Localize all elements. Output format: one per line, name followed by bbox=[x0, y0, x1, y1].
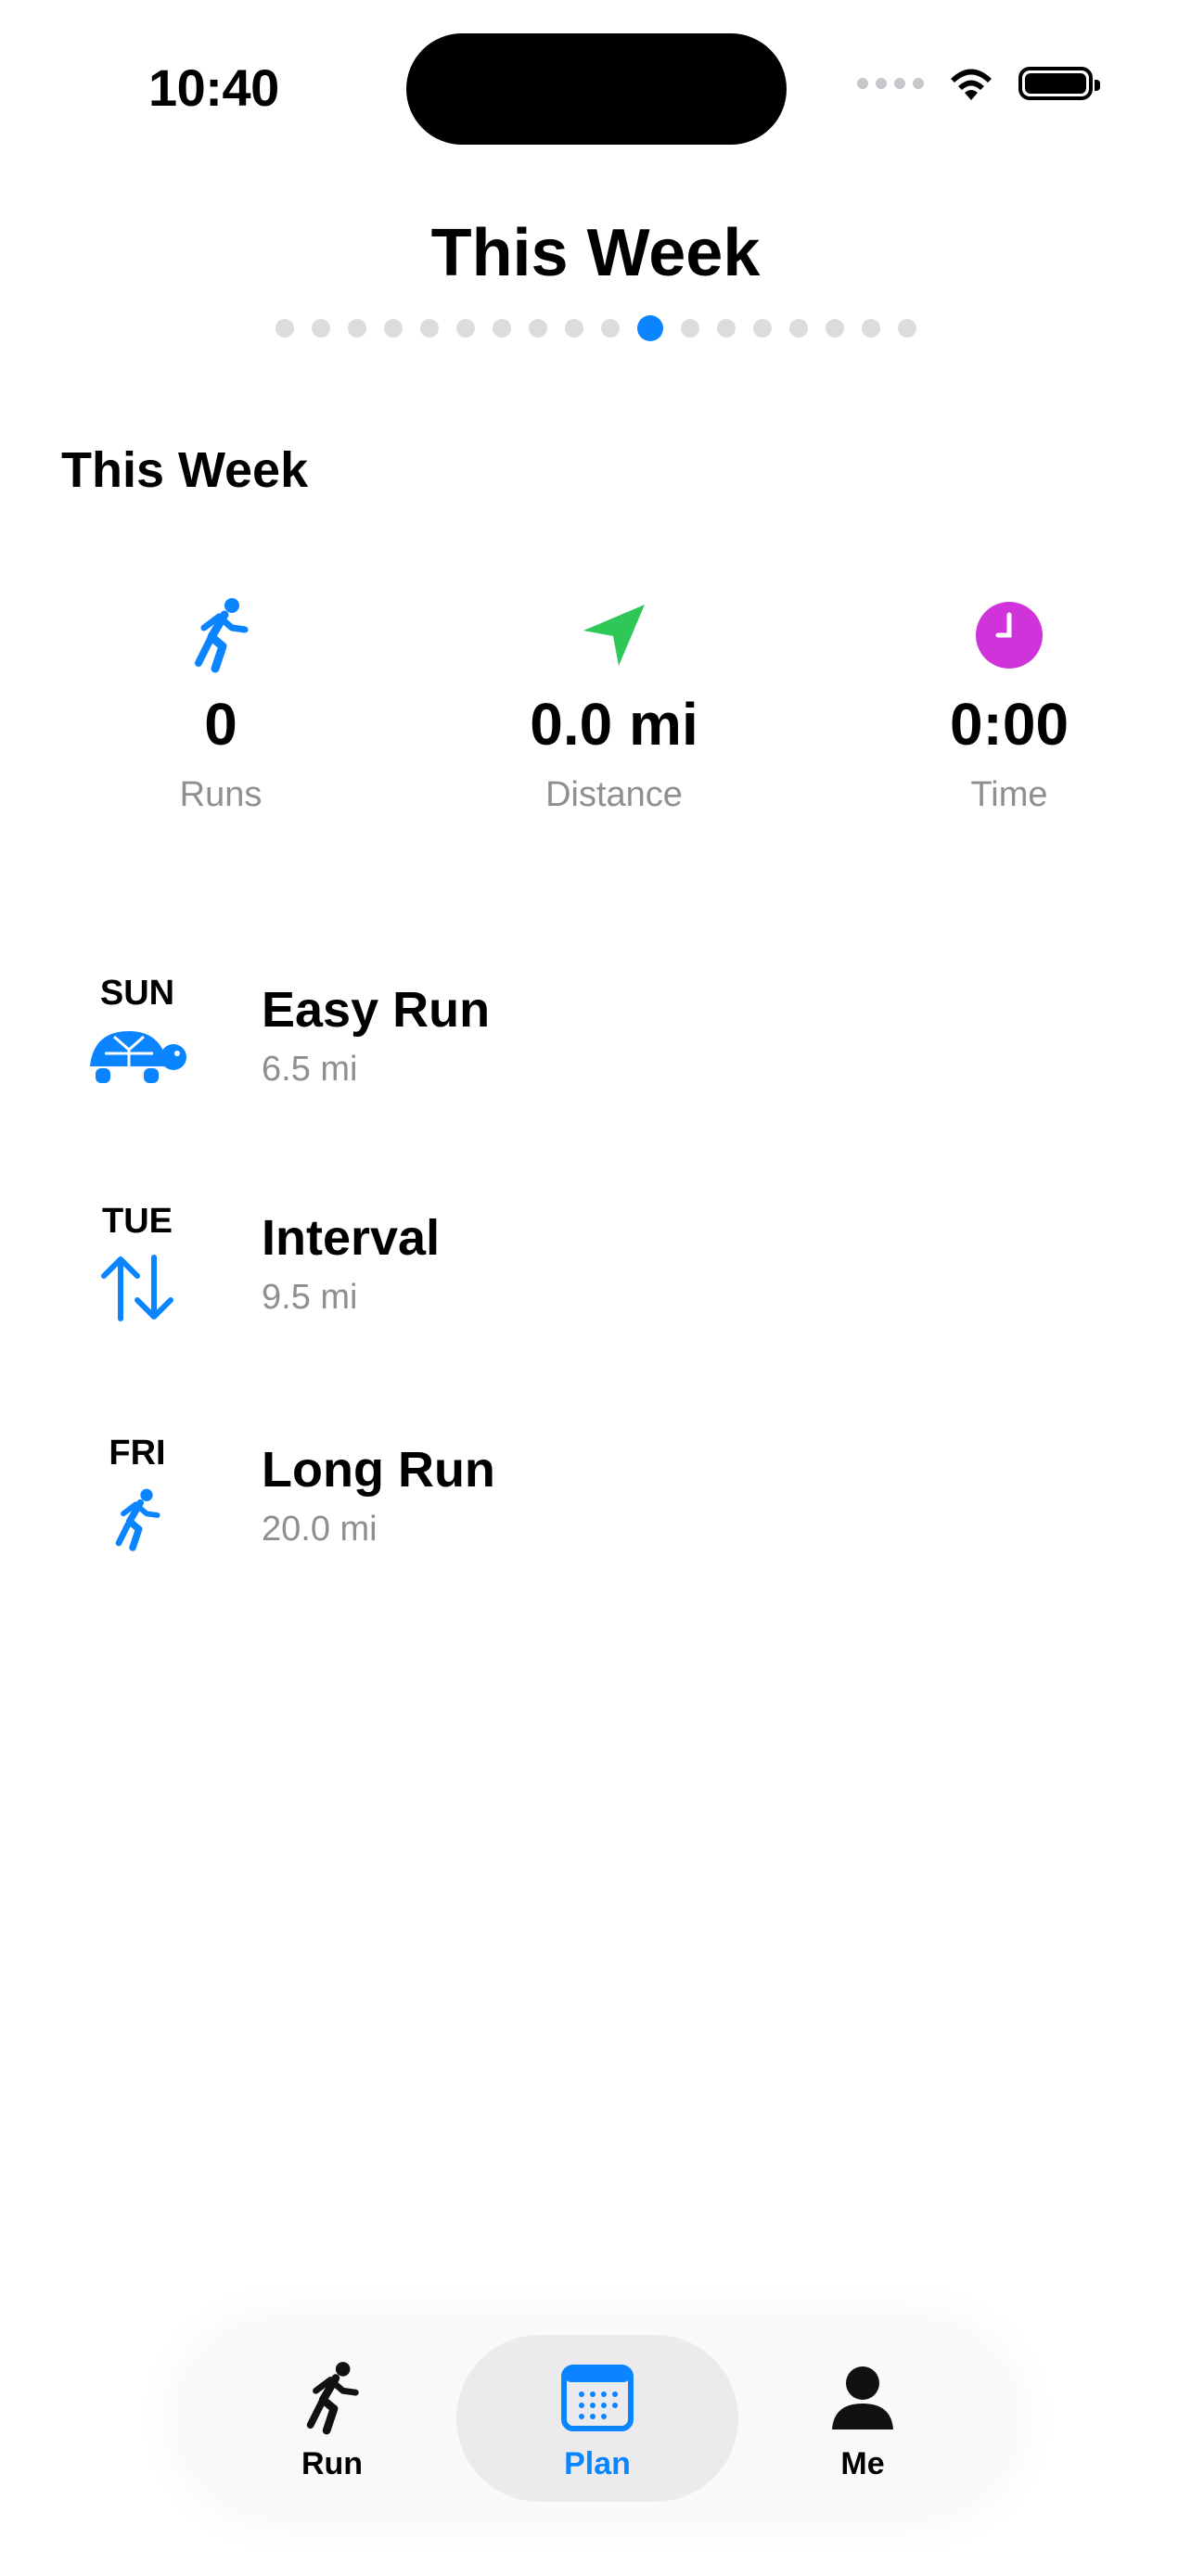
page-dot[interactable] bbox=[311, 319, 330, 338]
running-figure-icon bbox=[72, 1486, 202, 1554]
wifi-icon bbox=[951, 69, 992, 100]
distance-value: 0.0 mi bbox=[530, 691, 698, 758]
stat-distance: 0.0 mi Distance bbox=[447, 593, 781, 815]
tab-run-label: Run bbox=[301, 2446, 364, 2481]
tab-me[interactable]: Me bbox=[722, 2335, 1004, 2502]
tab-run[interactable]: Run bbox=[191, 2335, 473, 2502]
section-title: This Week bbox=[61, 442, 309, 498]
page-dot[interactable] bbox=[636, 315, 663, 341]
page-dot[interactable] bbox=[788, 319, 808, 338]
runs-label: Runs bbox=[179, 775, 263, 814]
page-dot[interactable] bbox=[600, 319, 620, 338]
page-dot[interactable] bbox=[492, 319, 511, 338]
workout-name: Long Run bbox=[262, 1442, 495, 1498]
time-label: Time bbox=[970, 775, 1048, 814]
stat-time: 0:00 Time bbox=[842, 593, 1176, 815]
calendar-icon bbox=[456, 2355, 738, 2441]
tab-bar: Run Plan Me bbox=[182, 2326, 1013, 2511]
tortoise-icon bbox=[72, 1026, 202, 1087]
location-arrow-icon bbox=[447, 593, 781, 677]
page-dot[interactable] bbox=[752, 319, 772, 338]
workout-day: TUE bbox=[102, 1202, 173, 1241]
page-dot[interactable] bbox=[564, 319, 583, 338]
workout-row[interactable]: TUE Interval 9.5 mi bbox=[0, 1202, 1191, 1369]
dynamic-island bbox=[406, 33, 787, 145]
workout-name: Easy Run bbox=[262, 982, 491, 1038]
workout-day: SUN bbox=[99, 974, 175, 1013]
cellular-signal-icon bbox=[857, 78, 924, 89]
workout-distance: 6.5 mi bbox=[262, 1050, 358, 1089]
runs-value: 0 bbox=[204, 691, 237, 758]
status-time: 10:40 bbox=[148, 58, 279, 117]
distance-label: Distance bbox=[545, 775, 683, 814]
workout-name: Interval bbox=[262, 1210, 441, 1266]
running-figure-icon bbox=[54, 593, 388, 677]
page-dot[interactable] bbox=[347, 319, 366, 338]
stat-runs: 0 Runs bbox=[54, 593, 388, 815]
page-dot[interactable] bbox=[455, 319, 475, 338]
tab-plan-label: Plan bbox=[564, 2446, 631, 2481]
page-dot[interactable] bbox=[528, 319, 547, 338]
page-indicator[interactable] bbox=[0, 315, 1191, 341]
tab-me-label: Me bbox=[840, 2446, 885, 2481]
clock-icon bbox=[842, 593, 1176, 677]
running-figure-icon bbox=[191, 2355, 473, 2441]
workout-row[interactable]: SUN Easy Run 6.5 mi bbox=[0, 974, 1191, 1141]
workout-distance: 9.5 mi bbox=[262, 1278, 358, 1317]
tab-plan[interactable]: Plan bbox=[456, 2335, 738, 2502]
page-dot[interactable] bbox=[680, 319, 699, 338]
page-dot[interactable] bbox=[897, 319, 916, 338]
person-icon bbox=[722, 2355, 1004, 2441]
page-dot[interactable] bbox=[825, 319, 844, 338]
page-dot[interactable] bbox=[419, 319, 439, 338]
page-dot[interactable] bbox=[275, 319, 294, 338]
page-dot[interactable] bbox=[861, 319, 880, 338]
workout-distance: 20.0 mi bbox=[262, 1510, 378, 1549]
workout-row[interactable]: FRI Long Run 20.0 mi bbox=[0, 1434, 1191, 1600]
workout-day: FRI bbox=[109, 1434, 166, 1473]
time-value: 0:00 bbox=[949, 691, 1069, 758]
up-down-arrows-icon bbox=[72, 1254, 202, 1322]
page-dot[interactable] bbox=[383, 319, 403, 338]
page-dot[interactable] bbox=[716, 319, 736, 338]
status-indicators bbox=[857, 65, 1100, 102]
battery-icon bbox=[1018, 67, 1100, 100]
page-title: This Week bbox=[430, 216, 761, 290]
